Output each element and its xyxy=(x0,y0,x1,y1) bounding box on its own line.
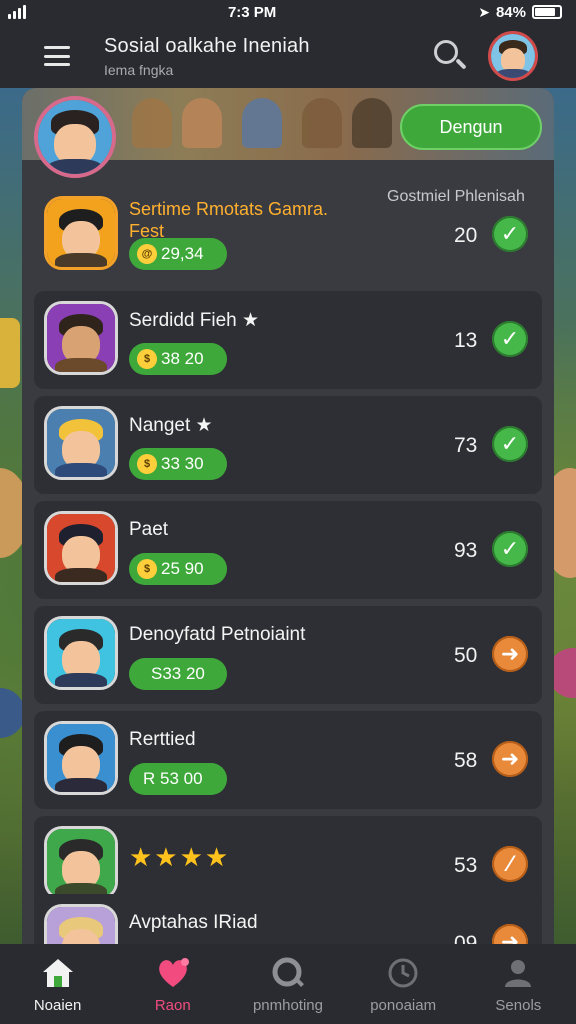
coin-icon: $ xyxy=(137,559,157,579)
reward-icon[interactable]: ⁄ xyxy=(492,846,528,882)
location-icon: ➤ xyxy=(478,3,490,20)
nav-search[interactable]: pnmhoting xyxy=(233,955,343,1014)
profile-avatar[interactable] xyxy=(488,31,538,81)
points-value: 33 30 xyxy=(161,454,204,473)
nav-label: pnmhoting xyxy=(252,996,323,1014)
reward-icon[interactable]: ➜ xyxy=(492,924,528,944)
points-value: 38 20 xyxy=(161,349,204,368)
player-avatar xyxy=(44,511,118,585)
nav-label: ponoaiam xyxy=(370,996,437,1014)
nav-label: Noaien xyxy=(33,996,82,1014)
score-value: 93 xyxy=(454,539,478,562)
player-avatar xyxy=(44,301,118,375)
player-name: Serdidd Fieh ★ xyxy=(129,310,260,331)
list-item[interactable]: Serdidd Fieh ★ $38 20 13 ✓ xyxy=(34,291,542,389)
check-icon[interactable]: ✓ xyxy=(492,531,528,567)
menu-icon[interactable] xyxy=(44,46,70,66)
coin-icon: @ xyxy=(137,244,157,264)
search-icon xyxy=(270,955,306,991)
action-button[interactable]: Dengun xyxy=(400,104,542,150)
list-item[interactable]: Paet $25 90 93 ✓ xyxy=(34,501,542,599)
home-icon xyxy=(40,955,76,991)
score-value: 13 xyxy=(454,329,478,352)
player-avatar xyxy=(44,826,118,900)
reward-icon[interactable]: ➜ xyxy=(492,636,528,672)
check-icon[interactable]: ✓ xyxy=(492,216,528,252)
player-name: Paet xyxy=(129,519,169,540)
points-pill: $25 90 xyxy=(129,553,227,585)
score-value: 58 xyxy=(454,749,478,772)
player-avatar xyxy=(44,904,118,944)
points-value: S33 20 xyxy=(151,664,205,683)
points-pill: $33 30 xyxy=(129,448,227,480)
battery-icon xyxy=(532,5,562,19)
clock-icon xyxy=(385,955,421,991)
page-subtitle: Iema fngka xyxy=(104,61,174,78)
points-pill: @29,34 xyxy=(129,238,227,270)
person-icon xyxy=(500,955,536,991)
list-item[interactable]: Denoyfatd Petnoiaint S33 20 50 ➜ xyxy=(34,606,542,704)
star-rating: ★★★★ xyxy=(129,842,231,872)
player-avatar xyxy=(44,721,118,795)
score-value: 09 xyxy=(454,932,478,944)
points-pill: $38 20 xyxy=(129,343,227,375)
player-name: Rerttied xyxy=(129,729,196,750)
points-pill: R 53 00 xyxy=(129,763,227,795)
player-avatar xyxy=(44,616,118,690)
check-icon[interactable]: ✓ xyxy=(492,321,528,357)
points-value: R 53 00 xyxy=(143,769,203,788)
nav-home[interactable]: Noaien xyxy=(3,955,113,1014)
status-bar: 7:3 PM ➤ 84% xyxy=(0,0,576,24)
nav-favorites[interactable]: Raon xyxy=(118,955,228,1014)
player-avatar xyxy=(44,406,118,480)
bottom-nav: Noaien Raon pnmhoting ponoaiam Senols xyxy=(0,944,576,1024)
heart-icon xyxy=(155,955,191,991)
signal-icon xyxy=(8,5,26,19)
coin-icon: $ xyxy=(137,454,157,474)
leaderboard-panel: Dengun Gostmiel Phlenisah Sertime Rmotat… xyxy=(22,88,554,944)
search-icon[interactable] xyxy=(430,36,470,76)
player-name: Sertime Rmotats Gamra. Fest xyxy=(129,199,329,241)
score-value: 50 xyxy=(454,644,478,667)
points-pill: S33 20 xyxy=(129,658,227,690)
score-value: 53 xyxy=(454,854,478,877)
check-icon[interactable]: ✓ xyxy=(492,426,528,462)
score-value: 73 xyxy=(454,434,478,457)
points-value: 29,34 xyxy=(161,244,204,263)
player-name: Avptahas IRiad xyxy=(129,912,258,933)
nav-activity[interactable]: ponoaiam xyxy=(348,955,458,1014)
player-avatar xyxy=(44,196,118,270)
nav-profile[interactable]: Senols xyxy=(463,955,573,1014)
reward-icon[interactable]: ➜ xyxy=(492,741,528,777)
points-value: 25 90 xyxy=(161,559,204,578)
page-title: Sosial oalkahe Ineniah xyxy=(104,34,310,57)
current-user-avatar[interactable] xyxy=(34,96,116,178)
column-header: Gostmiel Phlenisah xyxy=(387,188,525,205)
battery-percent: 84% xyxy=(495,3,526,21)
player-name: Denoyfatd Petnoiaint xyxy=(129,624,306,645)
list-item[interactable]: Rerttied R 53 00 58 ➜ xyxy=(34,711,542,809)
list-item[interactable]: Nanget ★ $33 30 73 ✓ xyxy=(34,396,542,494)
nav-label: Senols xyxy=(495,996,542,1014)
nav-label: Raon xyxy=(154,996,191,1014)
app-header: Sosial oalkahe Ineniah Iema fngka xyxy=(0,24,576,88)
list-item[interactable]: Avptahas IRiad 09 ➜ xyxy=(34,894,542,944)
player-name: Nanget ★ xyxy=(129,415,213,436)
coin-icon: $ xyxy=(137,349,157,369)
status-time: 7:3 PM xyxy=(227,3,277,21)
score-value: 20 xyxy=(454,224,478,247)
